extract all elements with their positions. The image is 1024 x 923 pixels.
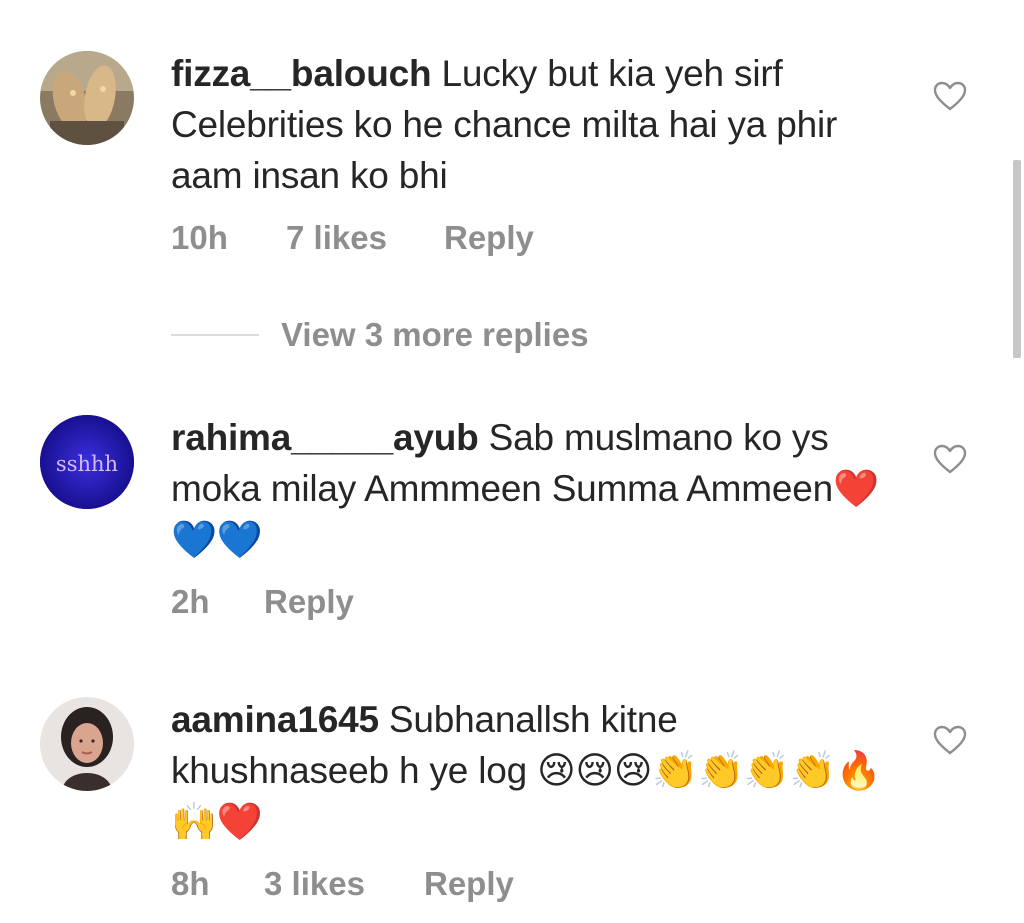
avatar-neon-icon: sshhh [40,415,134,509]
comment-likes[interactable]: 3 likes [264,865,424,903]
view-more-replies[interactable]: View 3 more replies [171,313,589,357]
avatar-neon-text: sshhh [56,452,118,476]
scrollbar[interactable] [1013,160,1021,358]
comment-username[interactable]: rahima_____ayub [171,417,479,458]
reply-button[interactable]: Reply [444,219,534,257]
avatar-photo-icon [40,697,134,791]
comment-likes[interactable]: 7 likes [286,219,444,257]
comment-username[interactable]: fizza__balouch [171,53,432,94]
comment-text: aamina1645 Subhanallsh kitne khushnaseeb… [171,694,891,847]
comment-time: 8h [171,865,210,902]
view-more-replies-label[interactable]: View 3 more replies [281,316,589,354]
comment-username[interactable]: aamina1645 [171,699,379,740]
comment-meta: 8h 3 likes Reply [171,865,514,903]
comment-text: fizza__balouch Lucky but kia yeh sirf Ce… [171,48,891,201]
comment-meta: 10h 7 likes Reply [171,219,534,257]
comment-time: 2h [171,583,210,620]
heart-icon[interactable] [933,725,967,755]
reply-button[interactable]: Reply [424,865,514,903]
avatar-photo-icon [40,51,134,145]
heart-icon[interactable] [933,444,967,474]
heart-icon[interactable] [933,81,967,111]
avatar[interactable]: sshhh [40,415,134,509]
avatar[interactable] [40,51,134,145]
reply-button[interactable]: Reply [264,583,354,621]
comment-text: rahima_____ayub Sab muslmano ko ys moka … [171,412,891,565]
comment-meta: 2h Reply [171,583,354,621]
avatar[interactable] [40,697,134,791]
comment-time: 10h [171,219,228,256]
replies-divider [171,334,259,336]
